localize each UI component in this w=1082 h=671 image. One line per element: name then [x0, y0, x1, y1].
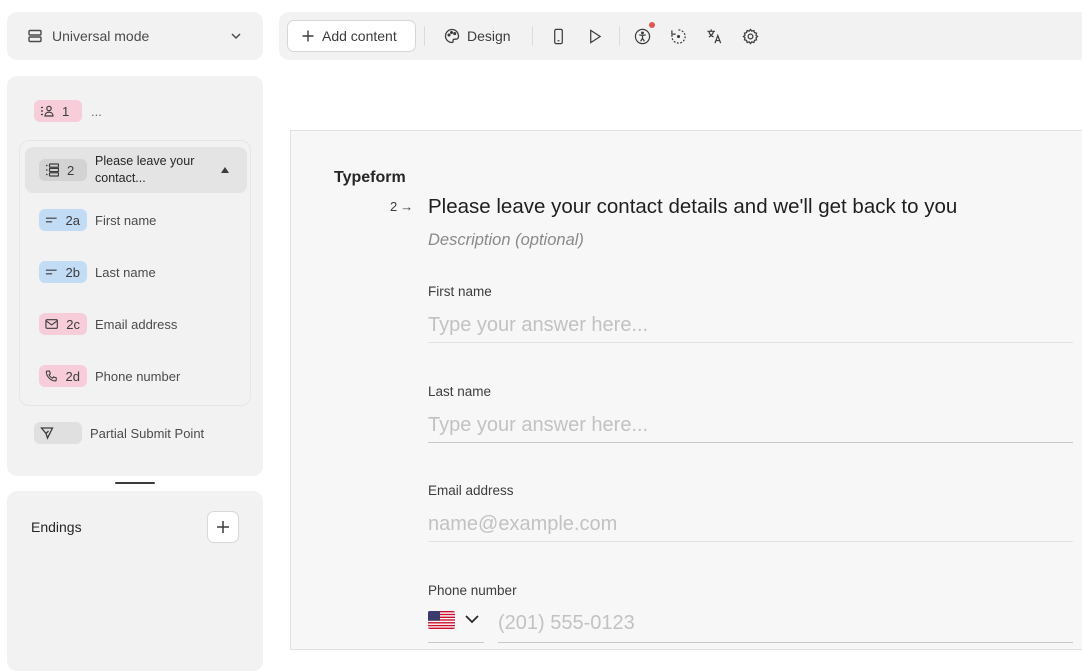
- toolbar-divider: [532, 26, 533, 46]
- preview-play-button[interactable]: [585, 27, 603, 45]
- question-title: Last name: [95, 264, 156, 280]
- settings-icon: [741, 27, 759, 45]
- endings-panel: Endings: [7, 491, 263, 671]
- notification-dot: [649, 22, 655, 28]
- collapse-caret-icon[interactable]: [221, 167, 229, 173]
- phone-icon: [45, 370, 57, 382]
- logic-icon: [670, 28, 686, 44]
- send-icon: [40, 427, 54, 440]
- question-number: 2: [67, 162, 75, 178]
- question-title: Phone number: [95, 368, 181, 384]
- toolbar-divider: [619, 26, 620, 46]
- question-number-label: 2 →: [390, 199, 413, 214]
- accessibility-button[interactable]: [633, 27, 651, 45]
- question-title: Email address: [95, 316, 178, 332]
- form-canvas: Typeform 2 → Please leave your contact d…: [290, 130, 1082, 650]
- plus-icon: [302, 30, 314, 42]
- last-name-input[interactable]: Type your answer here...: [428, 411, 1073, 443]
- question-badge: 2b: [39, 261, 87, 283]
- field-label-phone[interactable]: Phone number: [428, 583, 517, 598]
- phone-number-input[interactable]: (201) 555-0123: [498, 609, 1073, 643]
- outline-item-q2[interactable]: 2 Please leave your contact...: [25, 147, 247, 193]
- mobile-preview-icon: [553, 28, 563, 44]
- question-number: 2d: [65, 368, 80, 384]
- short-text-icon: [45, 217, 57, 223]
- field-label-last-name[interactable]: Last name: [428, 384, 491, 399]
- us-flag-icon: [428, 611, 455, 629]
- question-number: 2b: [65, 264, 80, 280]
- chevron-down-icon: [231, 33, 241, 40]
- question-title: ...: [91, 103, 102, 119]
- question-outline-panel: 1 ... 2 Please leave your contact... 2a …: [7, 76, 263, 476]
- question-number: 2a: [65, 212, 80, 228]
- question-number: 2: [390, 199, 398, 214]
- question-title-editor[interactable]: Please leave your contact details and we…: [428, 195, 957, 219]
- outline-item-2d[interactable]: 2d Phone number: [39, 365, 180, 387]
- multi-question-icon: [46, 163, 59, 177]
- add-content-label: Add content: [322, 28, 397, 44]
- outline-item-2a[interactable]: 2a First name: [39, 209, 156, 231]
- partial-submit-label: Partial Submit Point: [90, 425, 205, 441]
- question-badge: 1: [34, 100, 82, 122]
- partial-submit-point[interactable]: Partial Submit Point: [34, 422, 204, 444]
- question-number: 2c: [66, 316, 80, 332]
- play-icon: [589, 28, 601, 44]
- partial-submit-badge: [34, 422, 82, 444]
- brand-logo-text: Typeform: [334, 169, 406, 186]
- question-title: Please leave your contact...: [95, 154, 195, 185]
- question-title: First name: [95, 212, 157, 228]
- mobile-preview-button[interactable]: [549, 27, 567, 45]
- question-number: 1: [62, 103, 70, 119]
- accessibility-icon: [634, 28, 650, 44]
- logic-button[interactable]: [669, 27, 687, 45]
- mode-selector[interactable]: Universal mode: [7, 12, 263, 60]
- outline-item-2b[interactable]: 2b Last name: [39, 261, 156, 283]
- translate-button[interactable]: [705, 27, 723, 45]
- layers-icon: [28, 29, 42, 43]
- translate-icon: [706, 28, 721, 43]
- palette-icon: [444, 28, 460, 44]
- arrow-right-icon: →: [400, 199, 414, 214]
- question-badge: 2: [39, 159, 87, 181]
- panel-resize-handle[interactable]: [115, 482, 155, 484]
- country-code-select[interactable]: [428, 609, 484, 643]
- design-label: Design: [467, 28, 511, 44]
- mode-label: Universal mode: [52, 28, 150, 44]
- outline-item-q1[interactable]: 1 ...: [34, 100, 102, 122]
- question-badge: 2a: [39, 209, 87, 231]
- email-input[interactable]: name@example.com: [428, 510, 1073, 542]
- contact-info-icon: [41, 105, 54, 117]
- description-editor[interactable]: Description (optional): [428, 231, 584, 250]
- question-badge: 2c: [39, 313, 87, 335]
- editor-toolbar: Add content Design: [279, 12, 1082, 60]
- add-content-button[interactable]: Add content: [287, 20, 416, 52]
- endings-title: Endings: [31, 519, 82, 535]
- envelope-icon: [45, 319, 58, 329]
- add-ending-button[interactable]: [207, 511, 239, 543]
- question-badge: 2d: [39, 365, 87, 387]
- field-label-first-name[interactable]: First name: [428, 284, 492, 299]
- field-label-email[interactable]: Email address: [428, 483, 514, 498]
- short-text-icon: [45, 269, 57, 275]
- first-name-input[interactable]: Type your answer here...: [428, 311, 1073, 343]
- outline-item-2c[interactable]: 2c Email address: [39, 313, 177, 335]
- design-button[interactable]: Design: [444, 20, 511, 52]
- toolbar-divider: [424, 26, 425, 46]
- settings-button[interactable]: [741, 27, 759, 45]
- plus-icon: [217, 521, 229, 533]
- chevron-down-icon: [465, 615, 479, 624]
